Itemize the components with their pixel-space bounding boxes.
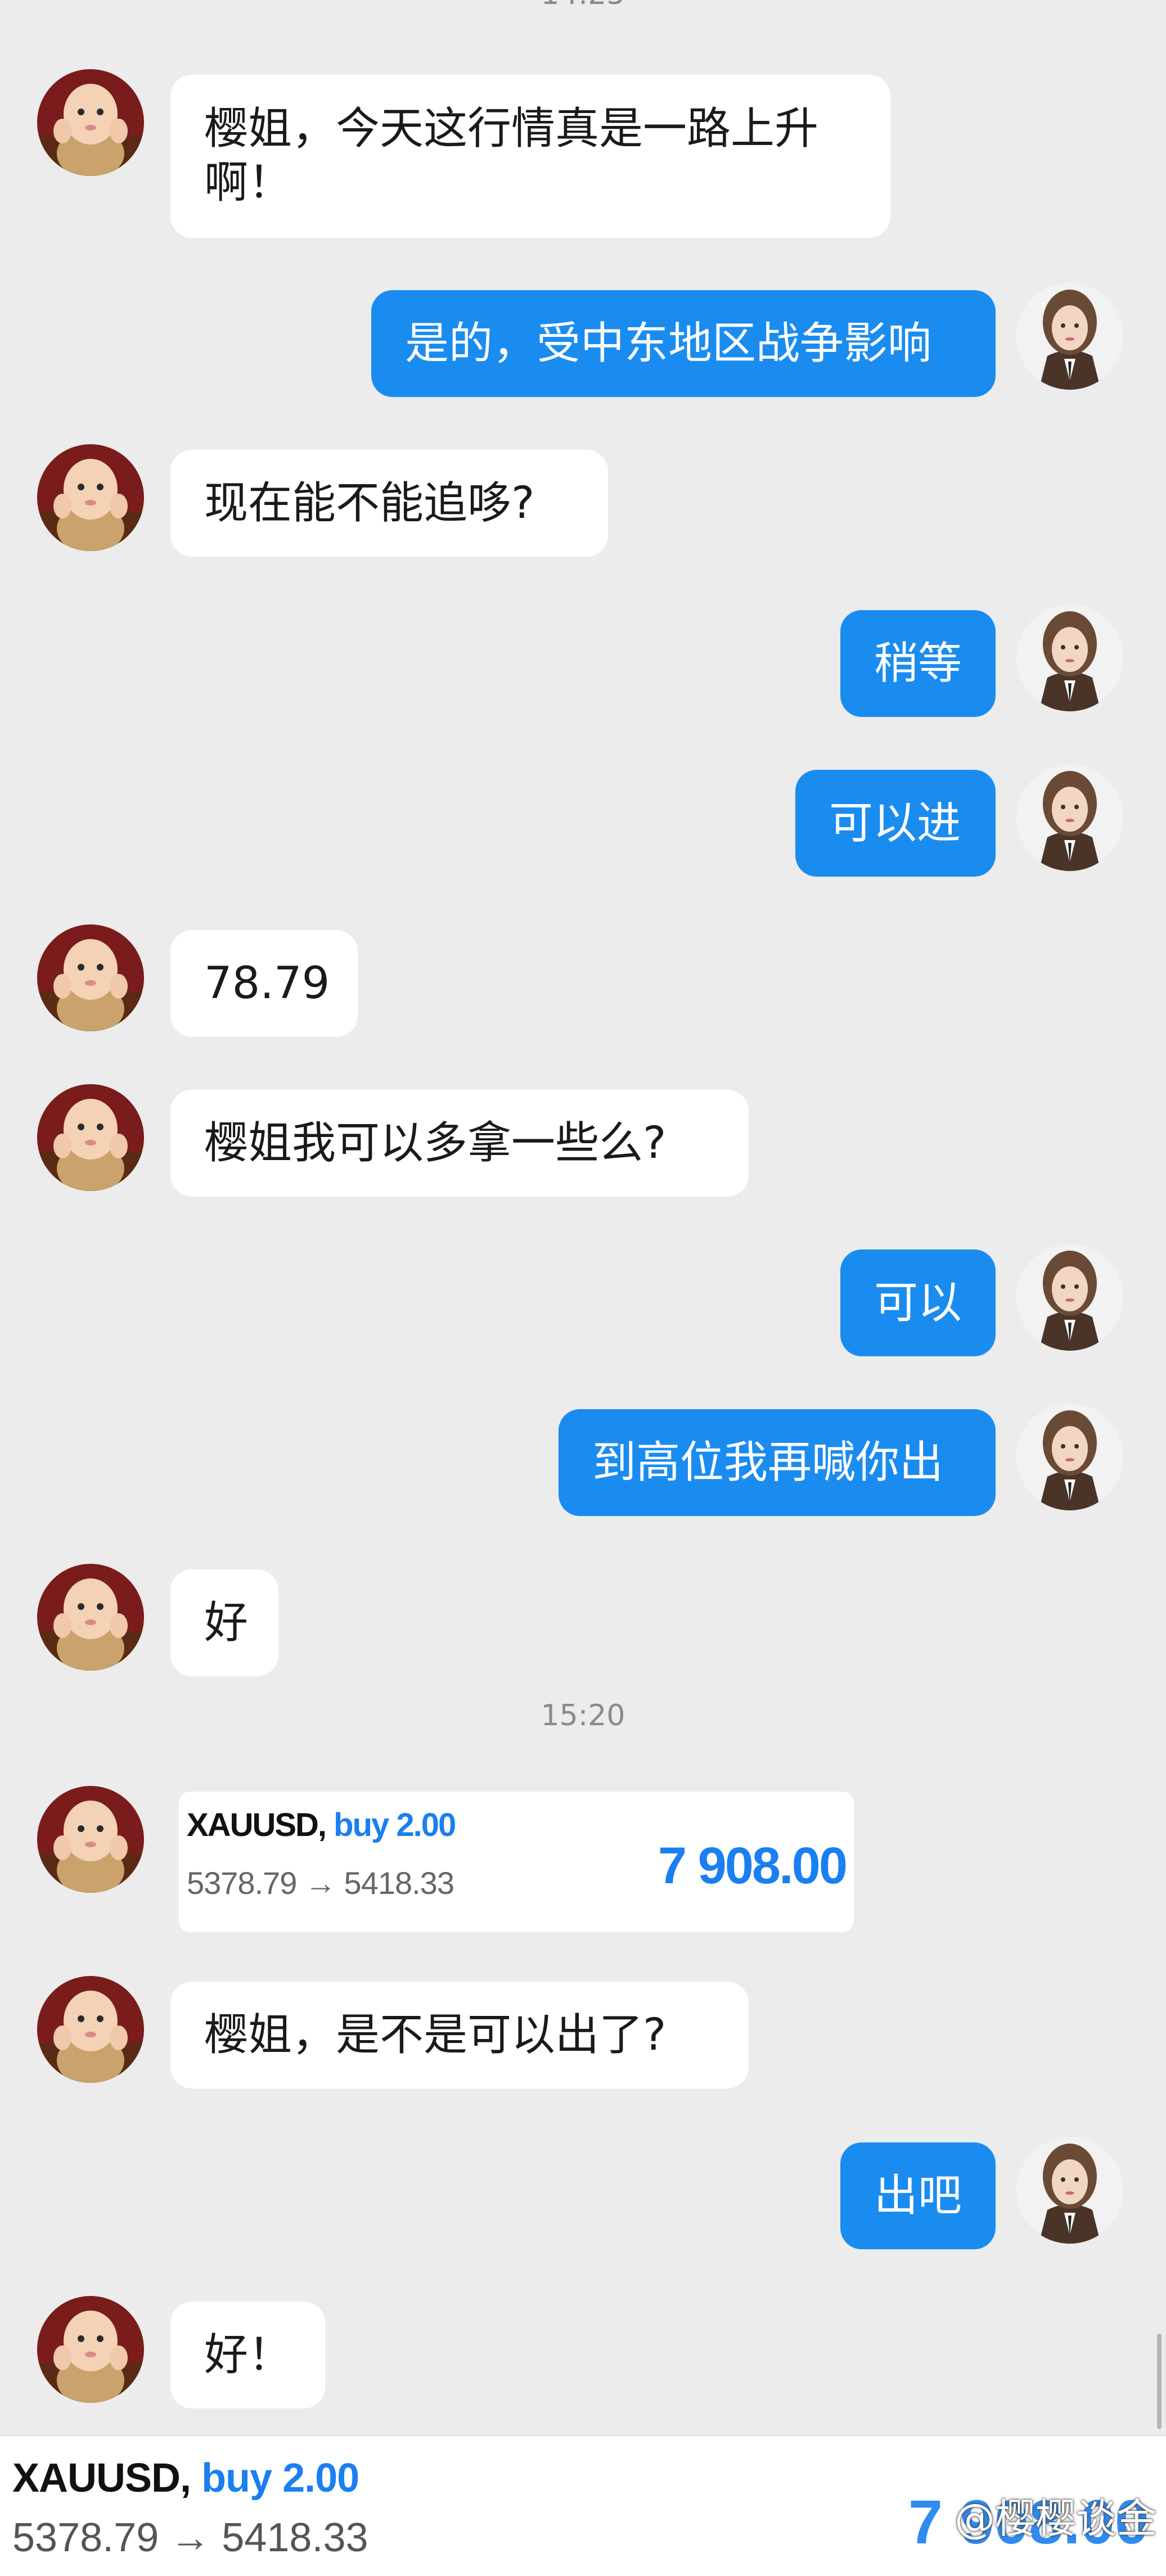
advisor-avatar[interactable] [1016,2137,1123,2244]
baby-avatar-icon [37,924,144,1031]
baby-avatar-icon [37,1976,144,2083]
baby-avatar-icon [37,1786,144,1893]
advisor-avatar[interactable] [1016,604,1123,711]
trade-card[interactable]: XAUUSD, buy 2.00 5378.79 → 5418.33 7 908… [179,1792,854,1932]
client-avatar[interactable] [37,1084,144,1191]
trade-summary-direction: buy 2.00 [201,2456,359,2501]
trade-card-direction: buy 2.00 [334,1807,456,1843]
trade-card-profit: 7 908.00 [658,1837,848,1894]
message-bubble-incoming[interactable]: 樱姐，今天这行情真是一路上升啊！ [170,75,890,238]
message-bubble-outgoing[interactable]: 可以 [840,1249,996,1356]
trade-summary-symbol: XAUUSD, [12,2456,191,2501]
message-bubble-incoming[interactable]: 好！ [170,2302,325,2408]
scrollbar[interactable] [1157,2334,1162,2429]
woman-avatar-icon [1016,764,1123,871]
baby-avatar-icon [37,69,144,176]
advisor-avatar[interactable] [1016,1404,1123,1510]
client-avatar[interactable] [37,1786,144,1893]
advisor-avatar[interactable] [1016,1244,1123,1351]
message-bubble-outgoing[interactable]: 是的，受中东地区战争影响 [371,290,996,397]
woman-avatar-icon [1016,283,1123,390]
client-avatar[interactable] [37,1976,144,2083]
advisor-avatar[interactable] [1016,283,1123,390]
client-avatar[interactable] [37,444,144,551]
message-bubble-outgoing[interactable]: 稍等 [840,610,996,717]
trade-card-title: XAUUSD, buy 2.00 [187,1806,456,1844]
baby-avatar-icon [37,1564,144,1671]
advisor-avatar[interactable] [1016,764,1123,871]
woman-avatar-icon [1016,604,1123,711]
trade-summary-title: XAUUSD, buy 2.00 [12,2455,359,2501]
client-avatar[interactable] [37,924,144,1031]
client-avatar[interactable] [37,1564,144,1671]
baby-avatar-icon [37,444,144,551]
woman-avatar-icon [1016,1404,1123,1510]
message-bubble-outgoing[interactable]: 到高位我再喊你出 [559,1409,996,1516]
woman-avatar-icon [1016,2137,1123,2244]
client-avatar[interactable] [37,2296,144,2403]
timestamp-mid: 15:20 [541,1699,625,1733]
message-bubble-outgoing[interactable]: 出吧 [840,2142,996,2249]
message-bubble-incoming[interactable]: 现在能不能追哆? [170,450,608,557]
client-avatar[interactable] [37,69,144,176]
message-bubble-incoming[interactable]: 78.79 [170,930,358,1037]
watermark: @樱樱谈金 [954,2495,1157,2542]
message-bubble-outgoing[interactable]: 可以进 [795,770,996,877]
message-bubble-incoming[interactable]: 好 [170,1569,278,1676]
baby-avatar-icon [37,2296,144,2403]
trade-summary-prices: 5378.79 → 5418.33 [12,2515,368,2560]
message-bubble-incoming[interactable]: 樱姐我可以多拿一些么? [170,1090,749,1197]
timestamp-top: 14:25 [0,0,1166,11]
baby-avatar-icon [37,1084,144,1191]
trade-card-symbol: XAUUSD, [187,1807,327,1843]
message-bubble-incoming[interactable]: 樱姐，是不是可以出了? [170,1982,749,2088]
woman-avatar-icon [1016,1244,1123,1351]
trade-card-prices: 5378.79 → 5418.33 [187,1865,454,1901]
